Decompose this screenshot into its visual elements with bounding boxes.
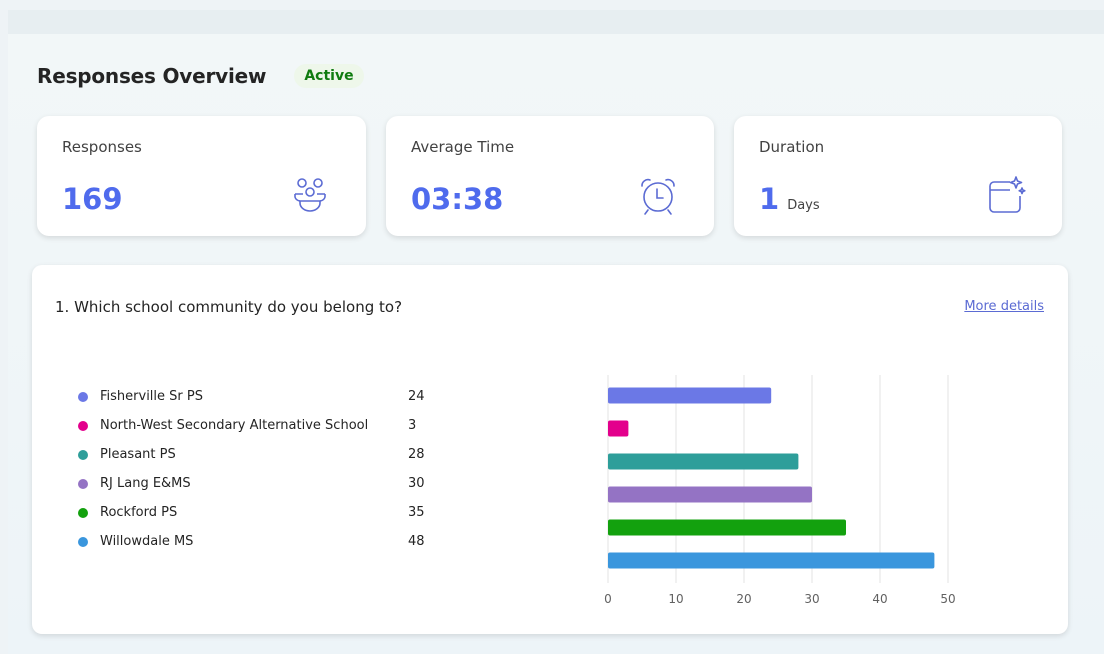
legend-item: Rockford PS 35 <box>78 498 438 527</box>
x-tick-label: 40 <box>872 592 887 606</box>
legend-item: RJ Lang E&MS 30 <box>78 469 438 498</box>
average-time-value: 03:38 <box>411 182 504 216</box>
more-details-link[interactable]: More details <box>964 299 1044 314</box>
legend-dot <box>78 507 88 518</box>
legend-label: Pleasant PS <box>100 447 176 462</box>
question-chart-card: 1. Which school community do you belong … <box>32 265 1068 634</box>
duration-value: 1 Days <box>759 182 820 216</box>
status-badge: Active <box>294 64 364 88</box>
legend-item: Fisherville Sr PS 24 <box>78 382 438 411</box>
legend-count: 3 <box>408 418 417 433</box>
overview-header: Responses Overview Active <box>37 64 364 88</box>
legend-label: RJ Lang E&MS <box>100 476 191 491</box>
duration-unit: Days <box>787 198 820 213</box>
page-title: Responses Overview <box>37 64 267 88</box>
people-icon <box>294 178 326 212</box>
responses-value: 169 <box>62 182 123 216</box>
top-bar <box>8 10 1104 34</box>
x-tick-label: 20 <box>736 592 751 606</box>
responses-label: Responses <box>62 138 142 156</box>
legend-label: Fisherville Sr PS <box>100 389 203 404</box>
legend-item: North-West Secondary Alternative School 3 <box>78 411 438 440</box>
legend-count: 30 <box>408 476 425 491</box>
x-tick-label: 50 <box>940 592 955 606</box>
chart-legend: Fisherville Sr PS 24 North-West Secondary … <box>78 382 438 556</box>
legend-label: North-West Secondary Alternative School <box>100 418 369 433</box>
bar[interactable] <box>608 552 935 569</box>
bar[interactable] <box>608 519 846 536</box>
legend-label: Rockford PS <box>100 505 178 520</box>
x-tick-label: 30 <box>804 592 819 606</box>
legend-count: 28 <box>408 447 425 462</box>
average-time-label: Average Time <box>411 138 515 156</box>
x-tick-label: 0 <box>604 592 612 606</box>
duration-number: 1 <box>759 182 780 216</box>
calendar-sparkle-icon <box>989 176 1026 213</box>
responses-card: Responses 169 <box>37 116 366 236</box>
legend-count: 35 <box>408 505 425 520</box>
bar[interactable] <box>608 420 629 437</box>
legend-item: Willowdale MS 48 <box>78 527 438 556</box>
legend-label: Willowdale MS <box>100 534 194 549</box>
legend-dot <box>78 449 88 460</box>
alarm-clock-icon <box>641 178 675 215</box>
legend-dot <box>78 478 88 489</box>
bar[interactable] <box>608 387 772 404</box>
duration-card: Duration 1 Days <box>734 116 1062 236</box>
duration-label: Duration <box>759 138 825 156</box>
average-time-card: Average Time 03:38 <box>386 116 714 236</box>
legend-count: 24 <box>408 389 425 404</box>
legend-item: Pleasant PS 28 <box>78 440 438 469</box>
bar[interactable] <box>608 453 799 470</box>
legend-count: 48 <box>408 534 425 549</box>
x-tick-label: 10 <box>668 592 683 606</box>
bar[interactable] <box>608 486 812 503</box>
legend-dot <box>78 536 88 547</box>
question-title: 1. Which school community do you belong … <box>55 298 403 316</box>
bar-chart: 0 10 20 30 40 50 <box>604 375 956 606</box>
legend-dot <box>78 420 88 431</box>
legend-dot <box>78 391 88 402</box>
